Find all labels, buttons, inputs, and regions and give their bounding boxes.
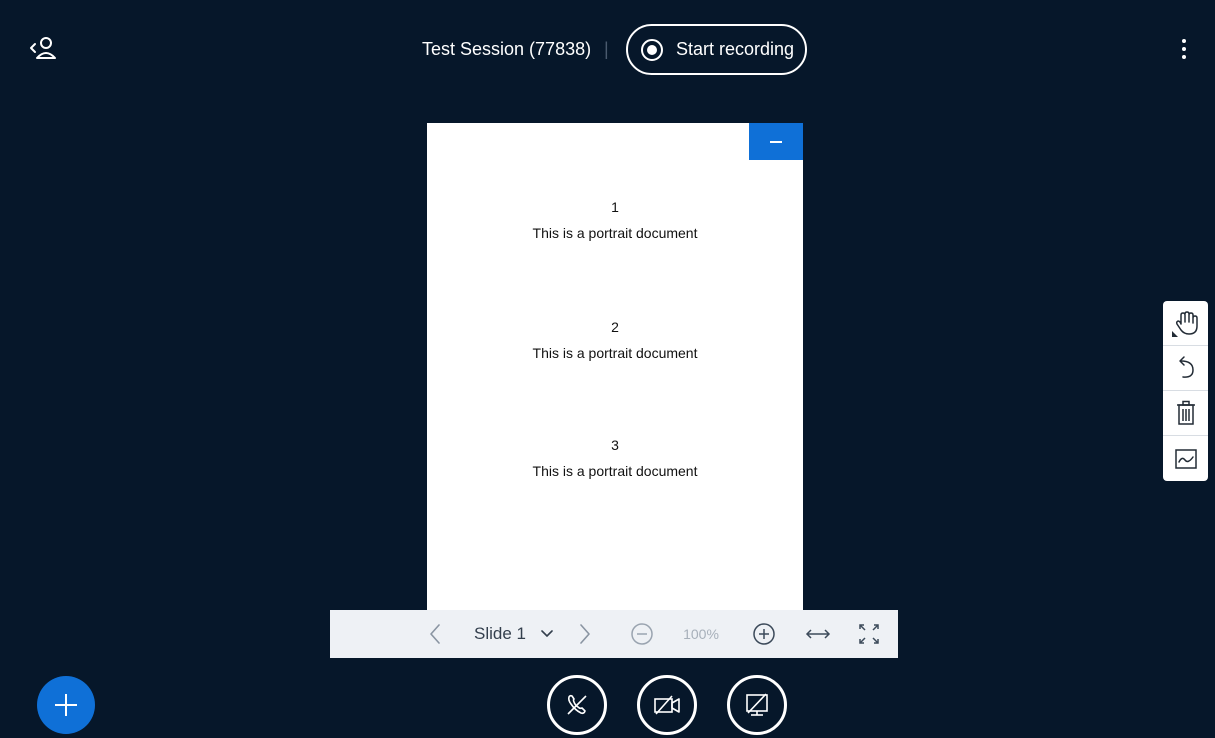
clear-annotations-button[interactable]: [1163, 391, 1208, 436]
start-recording-label: Start recording: [676, 39, 795, 59]
more-vertical-icon: [1182, 47, 1186, 51]
plus-icon: [55, 694, 77, 716]
fit-width-icon: [805, 629, 831, 639]
slide-item-number: 3: [611, 437, 619, 453]
actions-button[interactable]: [37, 676, 95, 734]
slide-item-text: This is a portrait document: [532, 345, 698, 361]
slide-text-block: 1 This is a portrait document: [427, 194, 803, 246]
slide-item-number: 2: [611, 319, 619, 335]
users-back-icon: [30, 37, 56, 59]
app-window: Test Session (77838) | Start recording 1…: [0, 0, 1215, 738]
multi-user-whiteboard-icon: [1174, 448, 1197, 469]
hand-icon: [1171, 311, 1198, 337]
more-vertical-icon: [1182, 39, 1186, 43]
zoom-out-icon: [631, 623, 653, 645]
presentation-toolbar: Slide 1 100%: [330, 610, 898, 658]
previous-slide-button[interactable]: [422, 610, 448, 658]
fullscreen-button[interactable]: [854, 610, 884, 658]
pan-tool-button[interactable]: [1163, 301, 1208, 346]
next-slide-button[interactable]: [572, 610, 598, 658]
share-webcam-button[interactable]: [637, 675, 697, 735]
record-icon: [641, 38, 663, 61]
join-audio-button[interactable]: [547, 675, 607, 735]
slide-select[interactable]: Slide 1: [464, 610, 564, 658]
title-separator: |: [604, 39, 609, 59]
zoom-out-button[interactable]: [628, 610, 656, 658]
trash-icon: [1176, 400, 1195, 425]
slide-text-block: 3 This is a portrait document: [427, 432, 803, 484]
undo-icon: [1178, 356, 1194, 378]
audio-off-icon: [567, 694, 587, 715]
slide-item-text: This is a portrait document: [532, 225, 698, 241]
more-options-button[interactable]: [1172, 34, 1196, 64]
slide-select-value: Slide 1: [474, 624, 526, 643]
user-list-toggle-button[interactable]: [26, 32, 62, 64]
fit-to-width-button[interactable]: [802, 610, 834, 658]
video-off-icon: [654, 695, 680, 715]
minimize-presentation-button[interactable]: [749, 123, 803, 160]
start-recording-button[interactable]: Start recording: [626, 24, 807, 75]
zoom-in-button[interactable]: [750, 610, 778, 658]
session-title: Test Session (77838): [422, 39, 592, 59]
zoom-in-icon: [753, 623, 775, 645]
slide-text-block: 2 This is a portrait document: [427, 314, 803, 366]
presentation-slide: 1 This is a portrait document 2 This is …: [427, 123, 803, 610]
chevron-right-icon: [580, 624, 590, 644]
minimize-icon: [770, 140, 782, 143]
zoom-level: 100%: [678, 610, 724, 658]
undo-button[interactable]: [1163, 346, 1208, 391]
screenshare-off-icon: [746, 693, 768, 716]
more-vertical-icon: [1182, 55, 1186, 59]
chevron-left-icon: [430, 624, 440, 644]
zoom-level-label: 100%: [683, 626, 719, 642]
whiteboard-toolbar: [1163, 301, 1208, 481]
slide-item-number: 1: [611, 199, 619, 215]
chevron-down-icon: [541, 630, 553, 637]
slide-item-text: This is a portrait document: [532, 463, 698, 479]
fullscreen-icon: [859, 624, 879, 644]
multi-user-whiteboard-button[interactable]: [1163, 436, 1208, 481]
share-screen-button[interactable]: [727, 675, 787, 735]
